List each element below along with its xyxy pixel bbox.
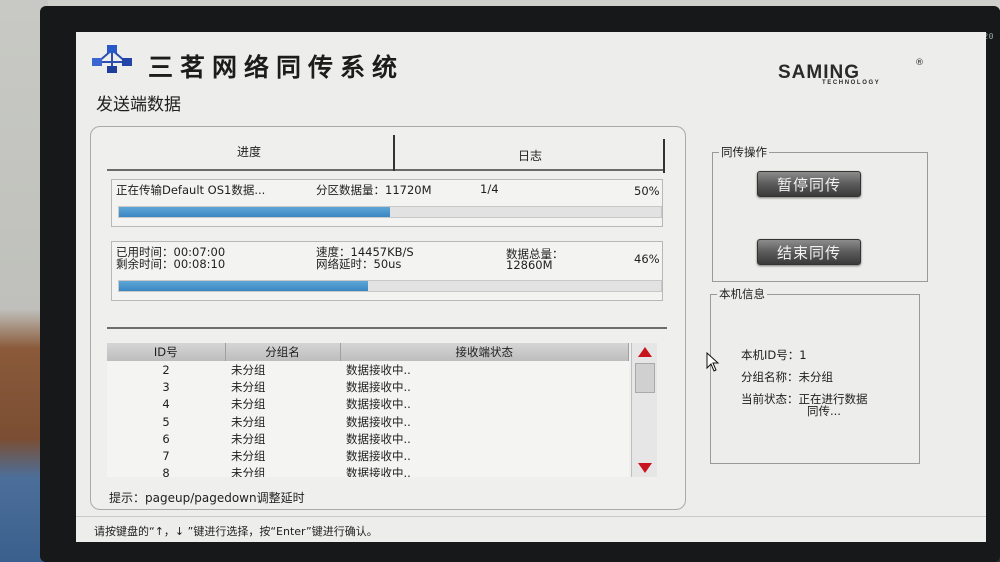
total-progress-box: 已用时间：00:07:00 剩余时间：00:08:10 速度：14457KB/S… [111, 241, 663, 301]
scroll-thumb[interactable] [635, 363, 655, 393]
page-title: 发送端数据 [96, 95, 181, 115]
app-header: 三茗网络同传系统 SAMING TECHNOLOGY ® [76, 32, 986, 86]
app-title: 三茗网络同传系统 [148, 53, 405, 82]
partition-size-text: 分区数据量：11720M [316, 183, 432, 197]
row-id: 5 [162, 414, 170, 429]
current-task-text: 正在传输Default OS1数据... [116, 183, 266, 197]
current-state-text-cont: 同传... [807, 404, 841, 418]
tab-progress[interactable]: 进度 [107, 135, 391, 171]
table-row[interactable]: 5 未分组 数据接收中.. [107, 413, 629, 430]
column-status[interactable]: 接收端状态 [340, 343, 629, 361]
tab-log[interactable]: 日志 [393, 135, 665, 173]
local-id-text: 本机ID号：1 [741, 348, 807, 362]
main-panel: 进度 日志 正在传输Default OS1数据... 分区数据量：11720M … [90, 126, 686, 510]
row-group: 未分组 [231, 362, 266, 377]
total-percent: 46% [634, 252, 660, 266]
operations-group: 同传操作 暂停同传 结束同传 [712, 144, 928, 282]
row-status: 数据接收中.. [346, 449, 411, 464]
receiver-table: ID号 分组名 接收端状态 2 未分组 数据接收中.. 3 未分组 数据接收中.. 4未… [107, 343, 629, 477]
partition-index-text: 1/4 [480, 182, 499, 196]
row-group: 未分组 [231, 431, 266, 446]
local-info-group: 本机信息 本机ID号：1 分组名称：未分组 当前状态：正在进行数据 同传... [710, 286, 920, 464]
latency-text: 网络延时：50us [316, 257, 402, 271]
footer-instructions: 请按键盘的“↑，↓ ”键进行选择，按“Enter”键进行确认。 [76, 516, 986, 542]
table-row[interactable]: 7 未分组 数据接收中.. [107, 447, 629, 464]
table-header-row: ID号 分组名 接收端状态 [107, 343, 629, 361]
row-status: 数据接收中.. [346, 414, 411, 429]
remaining-time-text: 剩余时间：00:08:10 [116, 257, 226, 271]
registered-mark: ® [915, 58, 924, 68]
brand-subtitle: TECHNOLOGY [822, 80, 881, 86]
table-row[interactable]: 2 未分组 数据接收中.. [107, 361, 629, 378]
row-status: 数据接收中.. [346, 379, 411, 394]
row-group: 未分组 [231, 466, 266, 477]
hint-text: 提示：pageup/pagedown调整延时 [109, 491, 305, 505]
operations-legend: 同传操作 [719, 144, 769, 160]
brand-logo: SAMING TECHNOLOGY ® [778, 58, 924, 90]
total-data-value: 12860M [506, 258, 553, 272]
tab-bar: 进度 日志 [107, 135, 665, 173]
scroll-down-icon[interactable] [638, 463, 652, 473]
group-name-text: 分组名称：未分组 [741, 370, 833, 384]
network-logo-icon [92, 45, 132, 73]
row-status: 数据接收中.. [346, 466, 411, 477]
mouse-cursor-icon [706, 352, 720, 372]
partition-progress-bar [118, 206, 662, 218]
row-status: 数据接收中.. [346, 431, 411, 446]
partition-progress-fill [119, 207, 390, 217]
scroll-up-icon[interactable] [638, 347, 652, 357]
row-id: 2 [162, 362, 170, 377]
total-progress-fill [119, 281, 369, 291]
row-status: 数据接收中.. [346, 397, 411, 412]
row-id: 7 [162, 449, 170, 464]
row-id: 3 [162, 379, 170, 394]
panel-divider [107, 327, 667, 329]
row-status: 数据接收中.. [346, 362, 411, 377]
table-row[interactable]: 3 未分组 数据接收中.. [107, 378, 629, 395]
row-id: 8 [162, 466, 170, 477]
total-progress-bar [118, 280, 662, 292]
end-sync-button[interactable]: 结束同传 [757, 239, 861, 265]
column-id[interactable]: ID号 [107, 343, 226, 361]
screen: 三茗网络同传系统 SAMING TECHNOLOGY ® 发送端数据 进度 日志… [76, 32, 986, 542]
pause-sync-button[interactable]: 暂停同传 [757, 171, 861, 197]
column-group[interactable]: 分组名 [225, 343, 341, 361]
table-scrollbar[interactable] [631, 343, 657, 477]
row-group: 未分组 [231, 397, 266, 412]
partition-percent: 50% [634, 184, 660, 198]
row-group: 未分组 [231, 414, 266, 429]
row-group: 未分组 [231, 379, 266, 394]
row-id: 6 [162, 431, 170, 446]
partition-progress-box: 正在传输Default OS1数据... 分区数据量：11720M 1/4 50… [111, 179, 663, 227]
current-state-text: 当前状态：正在进行数据 [741, 392, 868, 406]
row-group: 未分组 [231, 449, 266, 464]
table-row[interactable]: 8 未分组 数据接收中.. [107, 465, 629, 477]
local-info-legend: 本机信息 [717, 286, 767, 302]
table-row[interactable]: 4 未分组 数据接收中.. [107, 396, 629, 413]
table-row[interactable]: 6 未分组 数据接收中.. [107, 430, 629, 447]
row-id: 4 [162, 397, 170, 412]
